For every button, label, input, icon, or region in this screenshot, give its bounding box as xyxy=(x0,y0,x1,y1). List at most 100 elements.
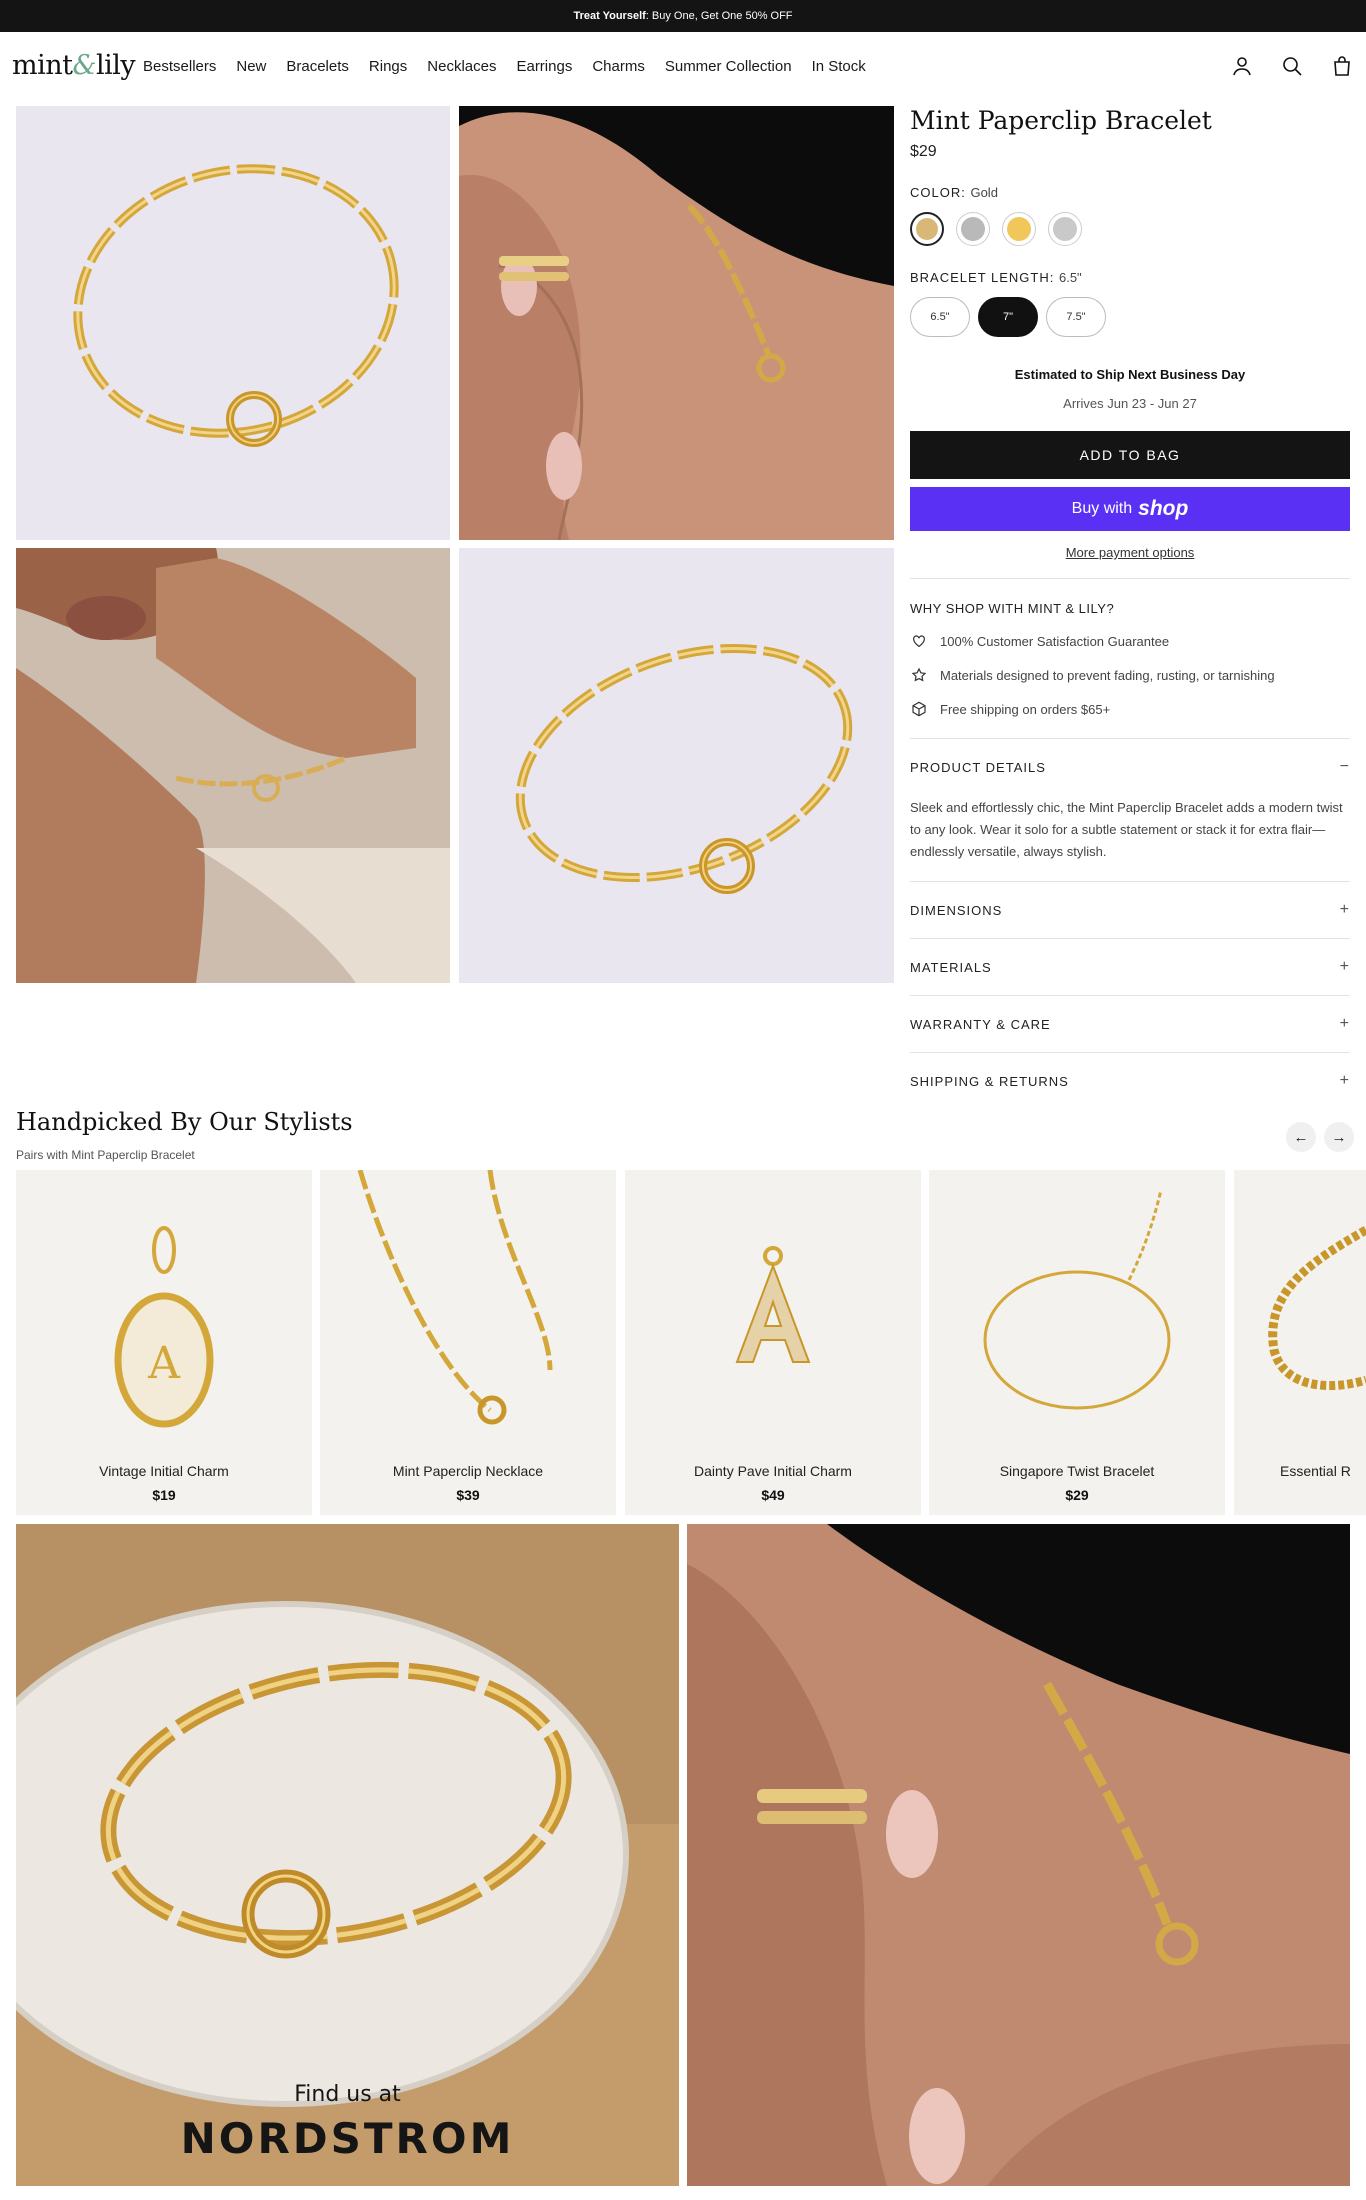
feature-item: 100% Customer Satisfaction Guarantee xyxy=(910,632,1350,650)
swatch-silver[interactable] xyxy=(956,212,990,246)
handpicked-subtitle: Pairs with Mint Paperclip Bracelet xyxy=(16,1148,195,1162)
product-card[interactable]: Essential R xyxy=(1234,1170,1366,1515)
size-option-selected[interactable]: 7" xyxy=(978,297,1038,337)
size-option[interactable]: 6.5" xyxy=(910,297,970,337)
announcement-bar: Treat Yourself: Buy One, Get One 50% OFF xyxy=(0,0,1366,32)
model-wrist-image xyxy=(16,548,450,983)
pave-charm-image xyxy=(735,1246,811,1363)
size-option[interactable]: 7.5" xyxy=(1046,297,1106,337)
bracelet-image xyxy=(515,643,853,894)
minus-icon: − xyxy=(1339,758,1350,775)
bracelet-image xyxy=(73,164,399,447)
product-card[interactable]: Mint Paperclip Necklace $39 xyxy=(320,1169,616,1515)
color-label-text: COLOR: xyxy=(910,185,966,200)
announcement-text: : Buy One, Get One 50% OFF xyxy=(645,10,793,22)
heart-icon xyxy=(910,632,928,650)
product-price: $29 xyxy=(910,143,937,160)
length-label-text: BRACELET LENGTH: xyxy=(910,270,1055,285)
accordion-title: MATERIALS xyxy=(910,959,992,975)
card-name: Singapore Twist Bracelet xyxy=(999,1463,1155,1479)
star-icon xyxy=(910,666,928,684)
product-card[interactable]: Dainty Pave Initial Charm $49 xyxy=(625,1170,921,1515)
nav-bestsellers[interactable]: Bestsellers xyxy=(143,58,216,75)
nav-rings[interactable]: Rings xyxy=(369,58,407,75)
ship-estimate: Estimated to Ship Next Business Day xyxy=(1014,367,1246,382)
swatch-fill xyxy=(916,218,938,240)
svg-text:A: A xyxy=(147,1338,181,1389)
site-header: mint&lily Bestsellers New Bracelets Ring… xyxy=(0,32,1366,104)
box-icon xyxy=(910,700,928,718)
arrow-left-icon[interactable]: ← xyxy=(1286,1122,1316,1152)
product-description: Sleek and effortlessly chic, the Mint Pa… xyxy=(910,800,1343,859)
card-name: Dainty Pave Initial Charm xyxy=(694,1463,852,1479)
accordion-product-details[interactable]: PRODUCT DETAILS − xyxy=(910,739,1350,795)
divider xyxy=(910,578,1350,579)
accordion-title: SHIPPING & RETURNS xyxy=(910,1073,1069,1089)
nav-charms[interactable]: Charms xyxy=(592,58,645,75)
accordion-warranty-care[interactable]: WARRANTY & CARE + xyxy=(910,996,1350,1052)
feature-item: Materials designed to prevent fading, ru… xyxy=(910,666,1350,684)
card-price: $39 xyxy=(456,1487,480,1503)
card-name: Essential R xyxy=(1280,1463,1351,1479)
hand-model-image xyxy=(687,1524,1350,2186)
swatch-light-silver[interactable] xyxy=(1048,212,1082,246)
feature-text: 100% Customer Satisfaction Guarantee xyxy=(940,633,1170,649)
logo-part: lily xyxy=(96,50,136,81)
necklace-image xyxy=(357,1169,553,1425)
product-photo-3[interactable] xyxy=(16,548,450,983)
announcement-bold: Treat Yourself xyxy=(573,10,646,22)
color-swatches xyxy=(910,212,1350,246)
more-payment-options-link[interactable]: More payment options xyxy=(910,545,1350,560)
card-name: Mint Paperclip Necklace xyxy=(392,1463,544,1479)
carousel-arrows: ← → xyxy=(1286,1122,1354,1152)
product-photo-4[interactable] xyxy=(459,548,894,983)
find-us-text: Find us at xyxy=(294,2082,401,2107)
swatch-fill xyxy=(1007,217,1031,241)
accordion-materials[interactable]: MATERIALS + xyxy=(910,939,1350,995)
swatch-yellow-gold[interactable] xyxy=(1002,212,1036,246)
nav-summer-collection[interactable]: Summer Collection xyxy=(665,58,792,75)
handpicked-title: Handpicked By Our Stylists xyxy=(16,1108,353,1136)
nav-bracelets[interactable]: Bracelets xyxy=(286,58,349,75)
card-price: $49 xyxy=(761,1487,785,1503)
add-to-bag-button[interactable]: ADD TO BAG xyxy=(910,431,1350,479)
twist-bracelet-image xyxy=(983,1189,1171,1410)
promo-nordstrom-tile[interactable]: Find us at NORDSTROM xyxy=(16,1524,679,2186)
product-photo-1[interactable] xyxy=(16,106,450,540)
buy-with-shop-button[interactable]: Buy with shop xyxy=(910,487,1350,531)
color-value: Gold xyxy=(970,185,998,200)
card-name: Vintage Initial Charm xyxy=(99,1463,229,1479)
card-price: $19 xyxy=(152,1487,176,1503)
buy-with-text: Buy with xyxy=(1071,500,1133,517)
shop-logo: shop xyxy=(1138,497,1189,520)
lifestyle-hand-tile[interactable] xyxy=(687,1524,1350,2186)
swatch-gold[interactable] xyxy=(910,212,944,246)
nav-earrings[interactable]: Earrings xyxy=(516,58,572,75)
rope-bracelet-image xyxy=(1268,1226,1366,1391)
arrow-right-icon[interactable]: → xyxy=(1324,1122,1354,1152)
account-icon[interactable] xyxy=(1230,54,1254,78)
nav-in-stock[interactable]: In Stock xyxy=(812,58,866,75)
nav-necklaces[interactable]: Necklaces xyxy=(427,58,496,75)
product-card[interactable]: A Vintage Initial Charm $19 xyxy=(16,1170,312,1515)
logo-part: mint xyxy=(12,50,73,81)
accordion-shipping-returns[interactable]: SHIPPING & RETURNS + xyxy=(910,1053,1350,1109)
main-nav: Bestsellers New Bracelets Rings Necklace… xyxy=(143,58,886,75)
product-title: Mint Paperclip Bracelet xyxy=(910,106,1212,135)
product-photo-2[interactable] xyxy=(459,106,894,540)
why-shop-title: WHY SHOP WITH MINT & LILY? xyxy=(910,601,1115,616)
feature-text: Materials designed to prevent fading, ru… xyxy=(940,667,1275,683)
product-card[interactable]: Singapore Twist Bracelet $29 xyxy=(929,1170,1225,1515)
size-options: 6.5" 7" 7.5" xyxy=(910,297,1350,337)
hand-model-image xyxy=(459,112,894,540)
plus-icon: + xyxy=(1339,1072,1350,1089)
accordion-dimensions[interactable]: DIMENSIONS + xyxy=(910,882,1350,938)
plus-icon: + xyxy=(1339,958,1350,975)
logo[interactable]: mint&lily xyxy=(12,50,136,81)
accordion-title: WARRANTY & CARE xyxy=(910,1016,1051,1032)
color-label: COLOR: Gold xyxy=(910,185,1350,200)
bag-icon[interactable] xyxy=(1330,54,1354,78)
nav-new[interactable]: New xyxy=(236,58,266,75)
search-icon[interactable] xyxy=(1280,54,1304,78)
product-info-panel: Mint Paperclip Bracelet $29 COLOR: Gold … xyxy=(910,104,1350,1109)
